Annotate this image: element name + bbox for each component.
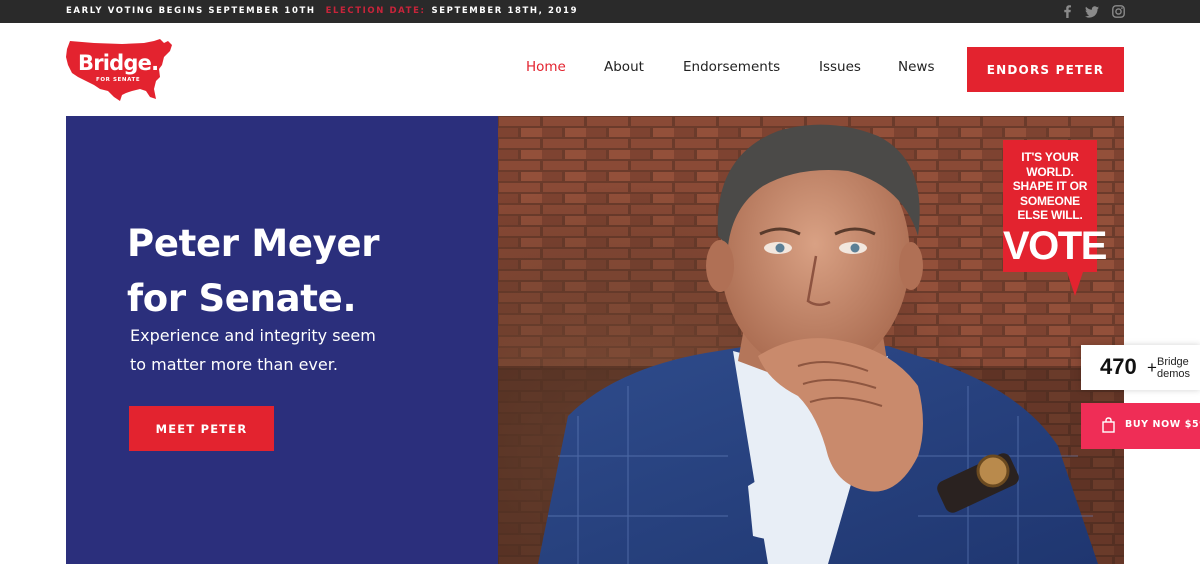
- nav-home[interactable]: Home: [526, 59, 566, 75]
- twitter-icon[interactable]: [1083, 0, 1101, 23]
- demos-label-line1: Bridge: [1157, 356, 1189, 368]
- election-date-label: ELECTION DATE:: [325, 6, 426, 16]
- meet-peter-button[interactable]: MEET PETER: [129, 406, 274, 451]
- vote-badge-tail: [1067, 272, 1083, 296]
- logo-wordmark: Bridge.: [78, 51, 159, 75]
- hero-title-line2: for Senate.: [127, 277, 357, 320]
- nav-issues[interactable]: Issues: [819, 59, 861, 75]
- vote-badge: IT'S YOUR WORLD. SHAPE IT OR SOMEONE ELS…: [1003, 140, 1107, 272]
- hero-title-line1: Peter Meyer: [127, 222, 380, 265]
- facebook-icon[interactable]: [1058, 0, 1076, 23]
- vote-line: WORLD.: [1026, 164, 1074, 179]
- vote-line: SHAPE IT OR: [1012, 179, 1088, 193]
- early-voting-text: EARLY VOTING BEGINS SEPTEMBER 10TH: [66, 6, 316, 16]
- instagram-icon[interactable]: [1109, 0, 1127, 23]
- vote-line: IT'S YOUR: [1021, 150, 1079, 164]
- hero-title: Peter Meyer for Senate.: [127, 216, 380, 326]
- vote-line: ELSE WILL.: [1017, 208, 1083, 222]
- hero-subtitle-line2: to matter more than ever.: [130, 355, 338, 374]
- demos-label: Bridge demos: [1157, 356, 1190, 380]
- vote-line: SOMEONE: [1020, 193, 1080, 208]
- hero-panel: Peter Meyer for Senate. Experience and i…: [66, 116, 498, 564]
- hero-subtitle: Experience and integrity seem to matter …: [130, 321, 376, 379]
- demos-widget[interactable]: 470 + Bridge demos: [1081, 345, 1200, 390]
- demos-count: 470: [1100, 354, 1137, 379]
- demos-plus: +: [1147, 358, 1157, 377]
- hero-subtitle-line1: Experience and integrity seem: [130, 326, 376, 345]
- top-bar: EARLY VOTING BEGINS SEPTEMBER 10TH ELECTI…: [0, 0, 1200, 23]
- shopping-bag-icon: [1102, 417, 1115, 433]
- election-info: EARLY VOTING BEGINS SEPTEMBER 10TH ELECTI…: [66, 0, 578, 23]
- election-date-value: SEPTEMBER 18TH, 2019: [431, 6, 579, 16]
- nav-endorsements[interactable]: Endorsements: [683, 59, 780, 75]
- buy-now-label: BUY NOW $59: [1125, 419, 1200, 430]
- logo[interactable]: Bridge. FOR SENATE: [64, 37, 176, 103]
- endorse-peter-button[interactable]: ENDORS PETER: [967, 47, 1124, 92]
- demos-label-line2: demos: [1157, 368, 1191, 380]
- nav-about[interactable]: About: [604, 59, 644, 75]
- logo-tagline: FOR SENATE: [96, 77, 141, 83]
- nav-news[interactable]: News: [898, 59, 934, 75]
- buy-now-button[interactable]: BUY NOW $59: [1081, 403, 1200, 449]
- vote-word: VOTE: [1003, 224, 1107, 268]
- vote-badge-message: IT'S YOUR WORLD. SHAPE IT OR SOMEONE ELS…: [1003, 150, 1097, 223]
